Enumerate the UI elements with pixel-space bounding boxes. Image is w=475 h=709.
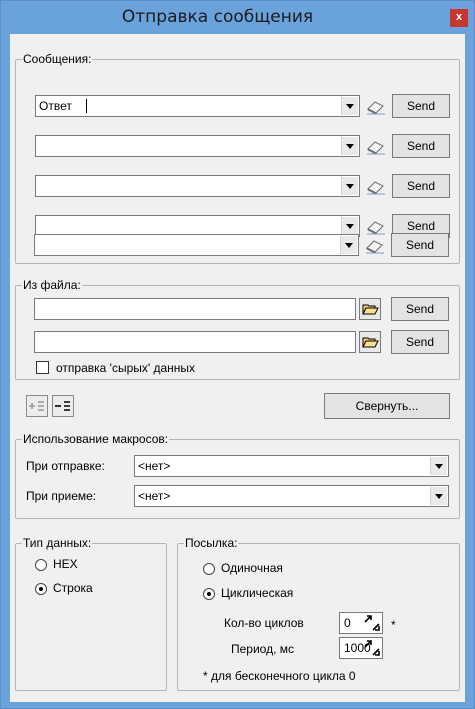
radio-string-label: Строка	[53, 581, 93, 595]
macros-group: Использование макросов:	[15, 432, 460, 519]
folder-open-button[interactable]	[359, 298, 381, 320]
radio-hex-label: HEX	[53, 557, 78, 571]
period-spinner[interactable]: 1000	[339, 637, 383, 659]
folder-open-icon	[362, 337, 379, 348]
message-combo[interactable]: Ответ	[35, 95, 360, 117]
send-button[interactable]: Send	[392, 174, 450, 198]
message-row: Send	[35, 174, 450, 198]
message-value: Ответ	[39, 99, 72, 113]
from-file-legend: Из файла:	[22, 278, 82, 292]
radio-string[interactable]	[35, 583, 47, 595]
data-type-legend: Тип данных:	[22, 536, 93, 550]
eraser-icon[interactable]	[364, 96, 388, 116]
message-row: Send	[35, 134, 450, 158]
macros-legend: Использование макросов:	[22, 432, 170, 446]
on-send-label: При отправке:	[26, 459, 105, 473]
message-row: Ответ Send	[35, 94, 450, 118]
on-send-select[interactable]: <нет>	[134, 455, 449, 477]
file-row: Send	[34, 330, 449, 354]
cycles-value: 0	[344, 616, 351, 630]
collapse-button[interactable]: Свернуть...	[324, 393, 450, 419]
raw-data-checkbox[interactable]	[36, 361, 49, 374]
chevron-down-icon[interactable]	[341, 177, 358, 195]
on-send-value: <нет>	[138, 459, 171, 473]
on-receive-select[interactable]: <нет>	[134, 485, 449, 507]
chevron-down-icon[interactable]	[430, 457, 447, 475]
radio-hex[interactable]	[35, 559, 47, 571]
send-file-button[interactable]: Send	[391, 330, 449, 354]
dialog-window: Отправка сообщения x Сообщения: Ответ Se…	[0, 0, 475, 709]
radio-cyclic[interactable]	[203, 588, 215, 600]
file-path-input[interactable]	[34, 298, 356, 320]
file-row: Send	[34, 297, 449, 321]
message-combo[interactable]	[35, 135, 360, 157]
message-combo[interactable]	[35, 175, 360, 197]
eraser-icon[interactable]	[364, 176, 388, 196]
send-button[interactable]: Send	[392, 94, 450, 118]
raw-data-label: отправка 'сырых' данных	[56, 361, 196, 375]
folder-open-button[interactable]	[359, 331, 381, 353]
send-button[interactable]: Send	[391, 233, 449, 257]
radio-cyclic-label: Циклическая	[221, 586, 294, 600]
period-label: Период, мс	[231, 642, 295, 656]
chevron-down-icon[interactable]	[341, 137, 358, 155]
chevron-down-icon[interactable]	[340, 236, 357, 254]
text-caret	[86, 99, 87, 113]
chevron-down-icon[interactable]	[341, 97, 358, 115]
message-combo[interactable]	[34, 234, 359, 256]
chevron-down-icon[interactable]	[430, 487, 447, 505]
title-bar[interactable]: Отправка сообщения x	[1, 1, 474, 34]
close-button[interactable]: x	[450, 9, 468, 27]
eraser-icon[interactable]	[364, 136, 388, 156]
eraser-icon[interactable]	[364, 216, 388, 236]
eraser-icon[interactable]	[363, 235, 387, 255]
send-button[interactable]: Send	[392, 134, 450, 158]
dialog-client-area: Сообщения: Ответ Send Send Send Send Sen…	[10, 34, 465, 702]
radio-single[interactable]	[203, 563, 215, 575]
message-row: Send	[34, 233, 449, 257]
cycles-label: Кол-во циклов	[224, 616, 304, 630]
cycles-spinner[interactable]: 0	[339, 612, 383, 634]
remove-row-button[interactable]	[52, 395, 74, 417]
on-receive-label: При приеме:	[26, 489, 97, 503]
file-path-input[interactable]	[34, 331, 356, 353]
sending-legend: Посылка:	[184, 536, 239, 550]
send-file-button[interactable]: Send	[391, 297, 449, 321]
add-row-button[interactable]	[26, 395, 48, 417]
window-title: Отправка сообщения	[121, 7, 314, 27]
radio-single-label: Одиночная	[221, 561, 283, 575]
spin-updown-icon[interactable]	[363, 639, 381, 657]
cycles-asterisk: *	[391, 618, 396, 632]
footnote: * для бесконечного цикла 0	[203, 669, 356, 683]
message-row	[35, 255, 450, 277]
add-row-icon	[29, 401, 44, 411]
on-receive-value: <нет>	[138, 489, 171, 503]
spin-updown-icon[interactable]	[363, 614, 381, 632]
messages-legend: Сообщения:	[22, 52, 93, 66]
chevron-down-icon[interactable]	[341, 217, 358, 235]
remove-row-icon	[55, 401, 70, 411]
folder-open-icon	[362, 304, 379, 315]
